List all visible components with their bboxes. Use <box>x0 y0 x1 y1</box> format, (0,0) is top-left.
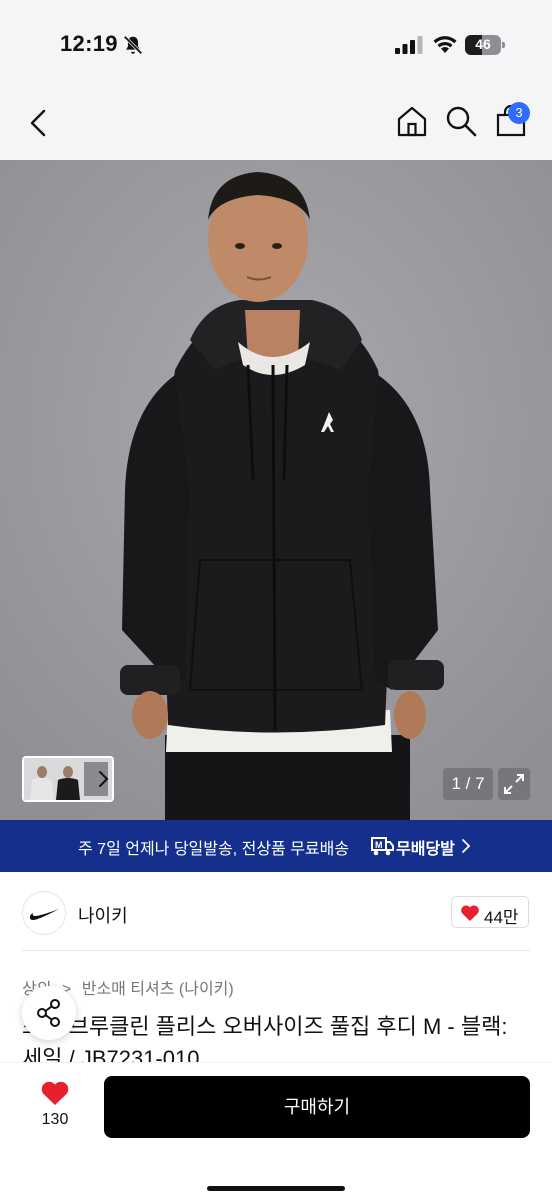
home-indicator <box>207 1186 345 1191</box>
share-button[interactable] <box>22 986 76 1040</box>
brand-logo[interactable] <box>22 891 66 935</box>
expand-icon[interactable] <box>498 768 530 800</box>
promo-text: 주 7일 언제나 당일발송, 전상품 무료배송 <box>78 841 350 858</box>
product-photo <box>0 160 552 820</box>
wifi-icon <box>433 36 457 53</box>
chevron-left-icon[interactable] <box>22 106 56 140</box>
brand-like-count: 44만 <box>484 908 519 927</box>
wishlist-count: 130 <box>41 1111 69 1128</box>
promo-badge: 무배당발 <box>396 841 455 858</box>
top-nav <box>0 88 552 160</box>
brand-name[interactable]: 나이키 <box>78 902 128 928</box>
battery-tip <box>502 42 505 48</box>
breadcrumb-item-sub[interactable]: 반소매 티셔츠 (나이키) <box>82 981 234 998</box>
heart-icon[interactable] <box>40 1080 70 1106</box>
cellular-signal-icon <box>395 36 423 54</box>
share-icon <box>37 999 60 1027</box>
brand-like-button[interactable]: 44만 <box>451 896 529 928</box>
home-icon[interactable] <box>395 104 429 138</box>
promo-banner[interactable]: 주 7일 언제나 당일발송, 전상품 무료배송 M 무배당발 <box>0 820 552 872</box>
status-time: 12:19 <box>60 31 118 56</box>
buy-button[interactable]: 구매하기 <box>104 1076 530 1138</box>
battery-percent: 46 <box>475 36 491 52</box>
status-bar: 12:19 46 <box>0 0 552 88</box>
bell-slash-icon <box>123 35 143 55</box>
chevron-right-icon <box>462 839 471 853</box>
search-icon[interactable] <box>444 104 478 138</box>
truck-m-icon: M <box>371 837 394 856</box>
product-image-gallery[interactable]: 1 / 7 <box>0 160 552 820</box>
divider <box>22 950 530 951</box>
cart-count-badge: 3 <box>508 102 530 124</box>
battery-icon: 46 <box>465 35 505 55</box>
heart-icon <box>461 905 479 921</box>
chevron-right-icon[interactable] <box>94 766 114 792</box>
gallery-counter: 1 / 7 <box>443 768 493 800</box>
nike-swoosh-icon <box>29 909 59 920</box>
svg-text:M: M <box>375 840 383 850</box>
